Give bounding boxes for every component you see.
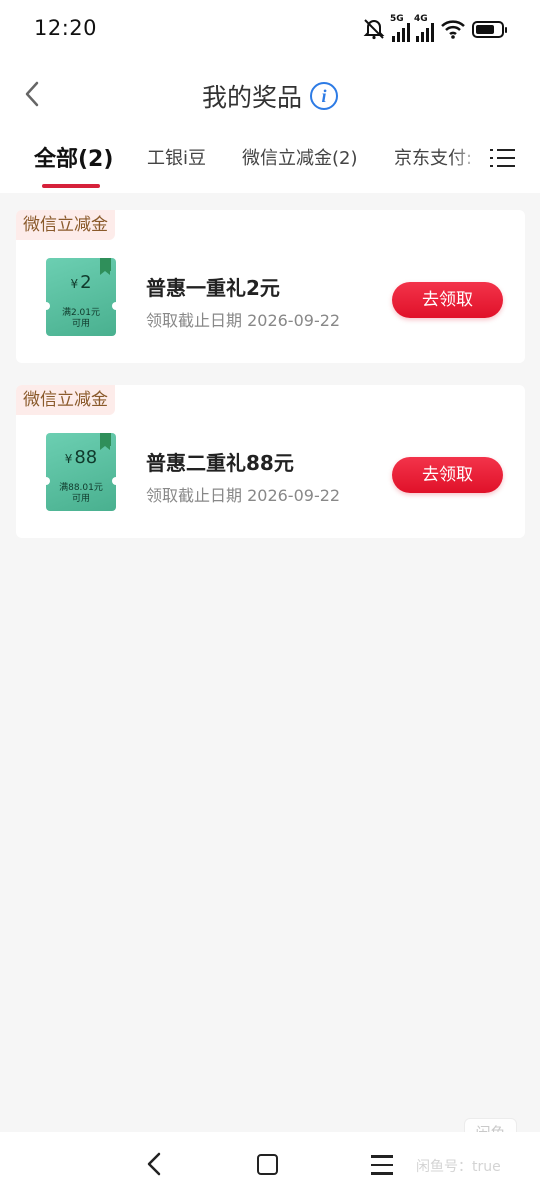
battery-icon [472,20,507,38]
claim-button[interactable]: 去领取 [392,282,503,318]
coupon-icon: ¥88 满88.01元 可用 [46,433,116,511]
tab-active-indicator [42,184,100,188]
status-time: 12:20 [34,16,98,40]
claim-button[interactable]: 去领取 [392,457,503,493]
coupon-condition: 满2.01元 可用 [61,308,101,329]
signal-4g-icon: 4G [414,14,434,42]
page-title-wrapper: 我的奖品 i [0,78,540,114]
wifi-icon [441,20,465,39]
prize-card: 微信立减金 ¥88 满88.01元 可用 普惠二重礼88元 领取截止日期 2026… [16,385,525,538]
tab-wechat-discount[interactable]: 微信立减金(2) [242,144,358,170]
prize-name: 普惠二重礼88元 [146,451,294,475]
category-tag: 微信立减金 [16,385,115,415]
coupon-condition: 满88.01元 可用 [59,483,103,504]
network-5g-label: 5G [390,14,404,24]
coupon-amount: ¥2 [70,272,92,293]
category-tag: 微信立减金 [16,210,115,240]
page-title: 我的奖品 [201,83,302,112]
title-group: 我的奖品 i [202,78,338,114]
signal-5g-icon: 5G [390,14,410,42]
prize-name: 普惠一重礼2元 [146,276,280,300]
app-header-area: 12:20 5G 4G 我的奖品 i 全部(2) 工银i豆 微信立减金(2) 京… [0,0,540,193]
info-icon[interactable]: i [310,82,338,110]
coupon-amount: ¥88 [64,447,98,468]
tab-bar: 全部(2) 工银i豆 微信立减金(2) 京东支付: [0,134,540,192]
list-icon[interactable] [490,146,520,172]
menu-icon[interactable] [371,1155,393,1175]
prize-deadline: 领取截止日期 2026-09-22 [146,311,341,330]
coupon-icon: ¥2 满2.01元 可用 [46,258,116,336]
tab-icbc-beans[interactable]: 工银i豆 [147,144,206,170]
bookmark-icon [100,433,111,450]
bookmark-icon [100,258,111,275]
nav-bar: 我的奖品 i [0,66,540,122]
prize-card: 微信立减金 ¥2 满2.01元 可用 普惠一重礼2元 领取截止日期 2026-09… [16,210,525,363]
prize-deadline: 领取截止日期 2026-09-22 [146,486,341,505]
mute-icon [363,19,385,40]
back-icon[interactable] [140,1150,168,1178]
tab-all[interactable]: 全部(2) [34,141,113,173]
status-icons: 5G 4G [362,14,507,44]
tab-fade [452,140,482,176]
home-icon[interactable] [257,1154,278,1175]
status-bar: 12:20 5G 4G [0,0,540,60]
watermark-text: 闲鱼号：true [416,1159,501,1175]
network-4g-label: 4G [414,14,428,24]
